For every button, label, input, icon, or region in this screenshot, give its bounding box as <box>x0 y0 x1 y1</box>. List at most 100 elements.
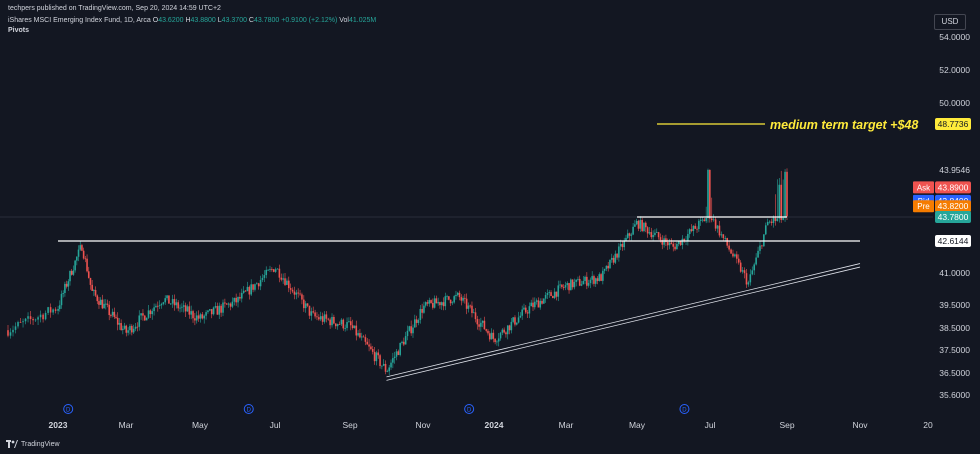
candle <box>362 336 365 338</box>
candle <box>77 249 80 257</box>
candle <box>388 367 391 372</box>
ohlc-value: 41.025M <box>348 17 377 24</box>
candle <box>224 302 226 304</box>
candle <box>603 268 606 271</box>
candle <box>430 300 432 303</box>
candle <box>58 305 61 309</box>
candle <box>497 338 500 342</box>
candle <box>426 302 429 304</box>
candle <box>451 302 454 304</box>
tradingview-logo-icon <box>6 440 18 448</box>
candle <box>524 307 527 313</box>
candle <box>231 301 234 307</box>
dividend-marker-label: D <box>682 408 687 414</box>
candle <box>755 257 757 265</box>
candle <box>259 280 262 287</box>
candle <box>96 295 99 302</box>
candle <box>476 319 479 325</box>
candle <box>782 217 784 220</box>
candle <box>593 276 595 284</box>
candle <box>626 233 629 238</box>
candle <box>453 296 455 303</box>
candle <box>535 300 538 302</box>
candle <box>417 320 420 323</box>
candle <box>690 229 693 232</box>
candle <box>272 269 275 272</box>
tradingview-brand[interactable]: TradingView <box>6 440 60 448</box>
candle <box>655 232 658 233</box>
candle <box>648 232 651 234</box>
candle <box>342 319 345 329</box>
candle <box>225 303 228 305</box>
candle <box>209 309 211 311</box>
candle <box>696 228 698 230</box>
y-tick-label: 41.0000 <box>939 268 970 278</box>
candle <box>488 333 491 340</box>
candle <box>74 260 76 271</box>
candle <box>14 326 17 330</box>
candle <box>65 283 68 287</box>
candle <box>460 297 463 301</box>
candle <box>113 311 116 317</box>
price-chart[interactable]: D D D D 54.0000 52.0000 50.0000 43.9546 41.0000… <box>0 0 980 454</box>
candle <box>694 225 696 229</box>
candle <box>27 316 29 319</box>
candle <box>471 305 473 314</box>
candle <box>303 299 305 309</box>
candle <box>519 315 522 318</box>
candle <box>591 276 593 280</box>
indicator-pivots[interactable]: Pivots <box>8 26 29 35</box>
ask-price-badge-tag: Ask <box>917 183 931 192</box>
candle <box>712 219 715 221</box>
candle <box>382 363 385 366</box>
ohlc-value: +0.9100 (+2.12%) <box>279 17 338 24</box>
candle <box>550 292 552 297</box>
candle <box>510 321 513 331</box>
candle <box>472 312 475 314</box>
candle <box>607 265 609 269</box>
candle <box>118 323 121 325</box>
x-tick-label: 2024 <box>485 420 504 430</box>
candle <box>256 283 258 285</box>
candle <box>246 286 249 292</box>
candle <box>703 219 706 222</box>
candle <box>323 314 326 322</box>
candle <box>570 279 572 291</box>
candle <box>357 333 359 336</box>
candle <box>433 298 436 308</box>
candle <box>355 325 358 336</box>
candle <box>195 315 198 321</box>
candle <box>62 292 64 294</box>
y-tick-label: 50.0000 <box>939 98 970 108</box>
candle <box>192 311 194 319</box>
symbol-legend[interactable]: iShares MSCI Emerging Index Fund, 1D, Ar… <box>8 16 376 25</box>
candlestick-series <box>7 168 788 376</box>
candle <box>34 319 37 321</box>
candle <box>348 321 350 323</box>
candle <box>235 297 237 303</box>
support-price-badge: 42.6144 <box>938 236 969 246</box>
candle <box>616 253 618 258</box>
candle <box>147 310 150 318</box>
candle <box>312 311 315 313</box>
candle <box>759 245 761 251</box>
currency-button[interactable]: USD <box>934 14 966 30</box>
candle <box>546 292 549 295</box>
candle <box>325 314 328 319</box>
candle <box>652 234 654 238</box>
candle <box>69 270 71 282</box>
y-tick-label: 36.5000 <box>939 368 970 378</box>
candle <box>222 302 224 313</box>
candle <box>237 296 239 303</box>
candle <box>168 295 170 304</box>
candle <box>257 283 260 287</box>
candle <box>710 218 713 221</box>
candle <box>586 276 588 286</box>
symbol-title: iShares MSCI Emerging Index Fund, 1D, Ar… <box>8 17 151 24</box>
candle <box>741 270 744 272</box>
candle <box>414 319 416 328</box>
candle <box>456 292 459 295</box>
candle <box>271 269 273 270</box>
candle <box>614 253 617 263</box>
candle <box>9 332 12 336</box>
